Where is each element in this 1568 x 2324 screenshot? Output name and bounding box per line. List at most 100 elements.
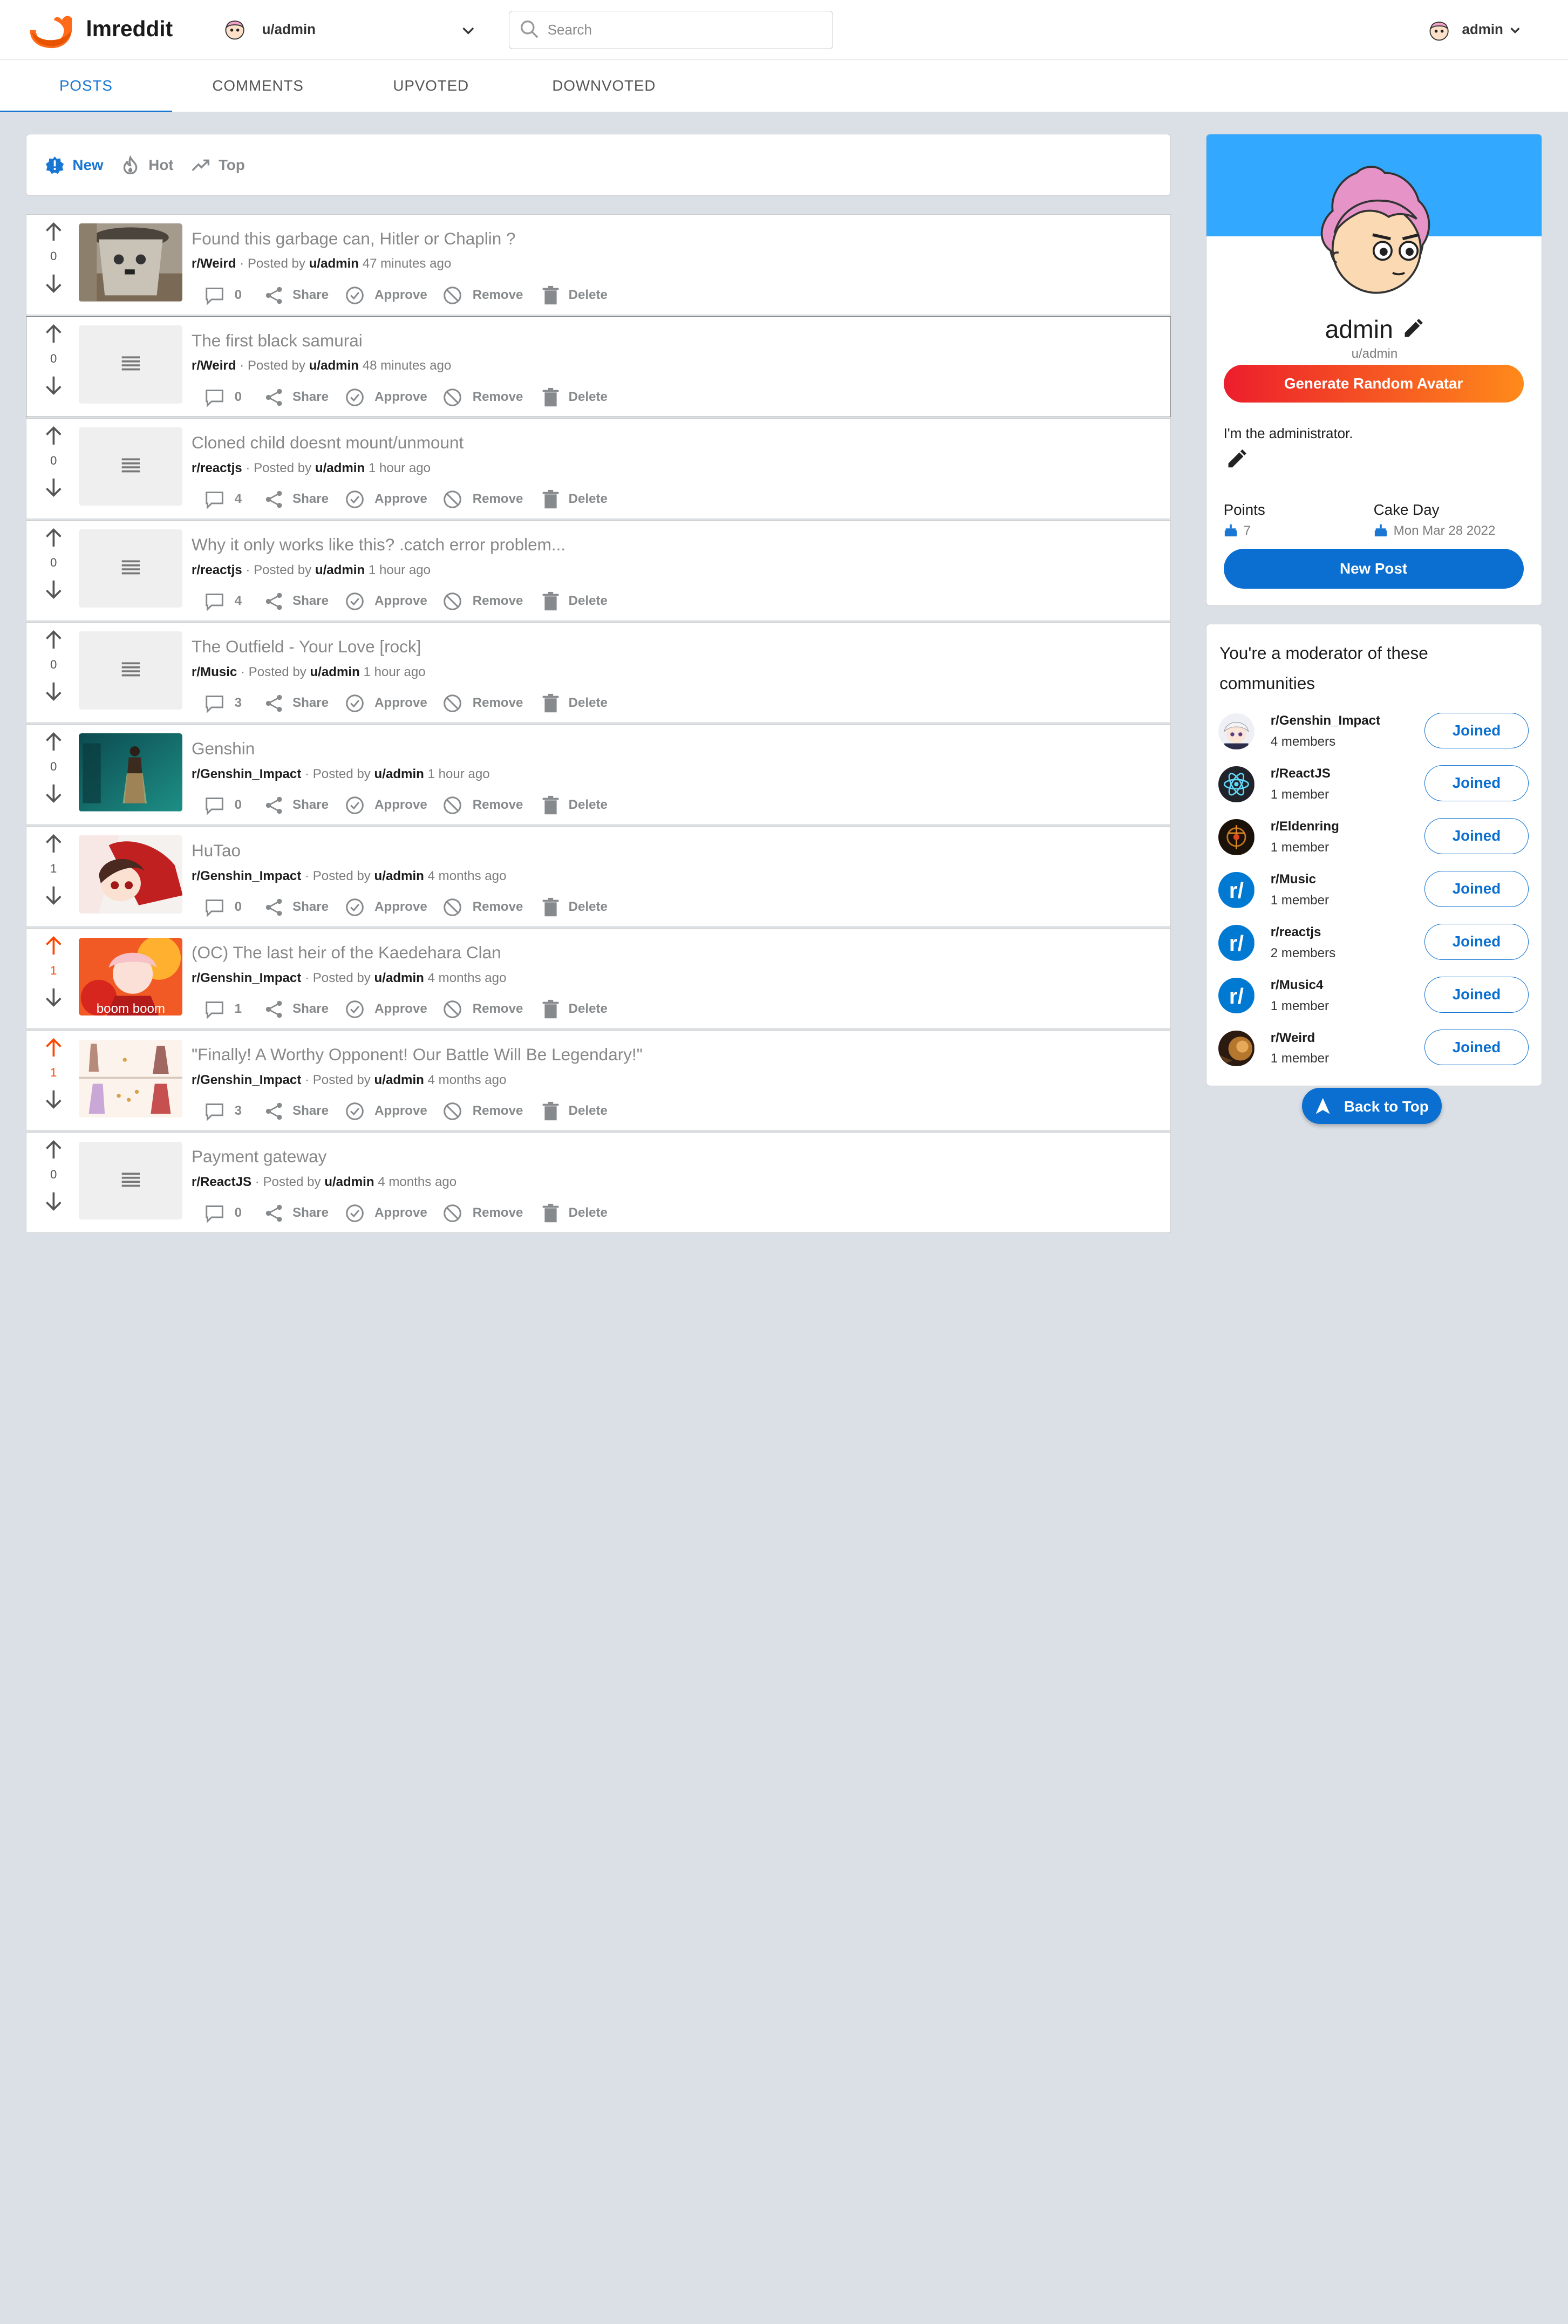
downvote-arrow-icon[interactable]: [43, 1088, 65, 1110]
post-subreddit[interactable]: r/Music: [192, 665, 237, 679]
pencil-icon[interactable]: [1402, 318, 1424, 340]
remove-button[interactable]: Remove: [442, 1203, 528, 1225]
downvote-arrow-icon[interactable]: [43, 884, 65, 907]
remove-button[interactable]: Remove: [442, 692, 528, 714]
post-subreddit[interactable]: r/Genshin_Impact: [192, 1073, 301, 1087]
chevron-down-icon[interactable]: [460, 22, 476, 38]
post-card[interactable]: 0 Why it only works like this? .catch er…: [26, 520, 1171, 621]
search-input[interactable]: [547, 19, 818, 42]
share-button[interactable]: Share: [264, 386, 335, 408]
post-author[interactable]: u/admin: [315, 461, 365, 475]
post-card[interactable]: 0 Payment gateway r/ReactJS · Posted by …: [26, 1132, 1171, 1233]
delete-button[interactable]: Delete: [541, 590, 621, 612]
comments-button[interactable]: 0: [204, 284, 244, 306]
post-card[interactable]: 0 Cloned child doesnt mount/unmount r/re…: [26, 418, 1171, 519]
user-menu-avatar-icon[interactable]: [1426, 16, 1452, 42]
post-card[interactable]: 1 "Finally! A Worthy Opponent! Our Battl…: [26, 1030, 1171, 1132]
post-card[interactable]: 1 HuTao r/Genshin_Impact · Posted by u/a…: [26, 826, 1171, 927]
comments-button[interactable]: 0: [204, 897, 244, 919]
post-card[interactable]: 0 Genshin r/Genshin_Impact · Posted by u…: [26, 724, 1171, 825]
community-name[interactable]: r/Music: [1271, 872, 1316, 887]
share-button[interactable]: Share: [264, 692, 335, 714]
share-button[interactable]: Share: [264, 795, 335, 817]
community-name[interactable]: r/Genshin_Impact: [1271, 713, 1380, 728]
post-author[interactable]: u/admin: [374, 971, 424, 985]
upvote-arrow-icon[interactable]: [43, 527, 65, 549]
back-to-top-button[interactable]: Back to Top: [1301, 1088, 1442, 1124]
post-author[interactable]: u/admin: [315, 563, 365, 577]
approve-button[interactable]: Approve: [345, 795, 433, 817]
comments-button[interactable]: 3: [204, 1101, 244, 1123]
delete-button[interactable]: Delete: [541, 999, 621, 1021]
pencil-icon[interactable]: [1225, 448, 1247, 471]
joined-button[interactable]: Joined: [1424, 871, 1529, 907]
post-author[interactable]: u/admin: [309, 358, 359, 373]
comments-button[interactable]: 0: [204, 386, 244, 408]
comments-button[interactable]: 4: [204, 590, 244, 612]
share-button[interactable]: Share: [264, 1203, 335, 1225]
approve-button[interactable]: Approve: [345, 692, 433, 714]
downvote-arrow-icon[interactable]: [43, 476, 65, 499]
post-author[interactable]: u/admin: [309, 256, 359, 271]
comments-button[interactable]: 0: [204, 1203, 244, 1225]
post-title[interactable]: (OC) The last heir of the Kaedehara Clan: [192, 943, 501, 963]
joined-button[interactable]: Joined: [1424, 1029, 1529, 1066]
downvote-arrow-icon[interactable]: [43, 1190, 65, 1212]
post-title[interactable]: "Finally! A Worthy Opponent! Our Battle …: [192, 1045, 643, 1065]
approve-button[interactable]: Approve: [345, 897, 433, 919]
post-title[interactable]: Why it only works like this? .catch erro…: [192, 535, 565, 555]
tab-upvoted[interactable]: UPVOTED: [345, 60, 517, 112]
post-title[interactable]: HuTao: [192, 841, 241, 861]
post-author[interactable]: u/admin: [324, 1175, 374, 1189]
user-menu-name[interactable]: admin: [1462, 22, 1503, 38]
post-subreddit[interactable]: r/Genshin_Impact: [192, 869, 301, 883]
share-button[interactable]: Share: [264, 999, 335, 1021]
tab-comments[interactable]: COMMENTS: [172, 60, 344, 112]
delete-button[interactable]: Delete: [541, 1101, 621, 1123]
post-thumbnail[interactable]: [78, 733, 183, 812]
post-subreddit[interactable]: r/ReactJS: [192, 1175, 251, 1189]
community-name[interactable]: r/Weird: [1271, 1031, 1315, 1046]
upvote-arrow-icon[interactable]: [43, 1139, 65, 1161]
downvote-arrow-icon[interactable]: [43, 782, 65, 805]
remove-button[interactable]: Remove: [442, 897, 528, 919]
joined-button[interactable]: Joined: [1424, 976, 1529, 1013]
community-name[interactable]: r/Eldenring: [1271, 819, 1339, 834]
joined-button[interactable]: Joined: [1424, 712, 1529, 749]
post-card[interactable]: 0 The Outfield - Your Love [rock] r/Musi…: [26, 622, 1171, 723]
upvote-arrow-icon[interactable]: [43, 1037, 65, 1059]
chevron-down-icon[interactable]: [1508, 23, 1522, 37]
community-name[interactable]: r/Music4: [1271, 978, 1324, 993]
subreddit-selector-label[interactable]: u/admin: [262, 22, 316, 38]
remove-button[interactable]: Remove: [442, 590, 528, 612]
text-post-icon[interactable]: [78, 1141, 183, 1220]
search-box[interactable]: [509, 11, 833, 49]
community-elden-icon[interactable]: [1218, 819, 1255, 855]
generate-avatar-button[interactable]: Generate Random Avatar: [1223, 364, 1524, 403]
post-thumbnail[interactable]: [78, 835, 183, 914]
share-button[interactable]: Share: [264, 488, 335, 510]
post-title[interactable]: The first black samurai: [192, 331, 363, 351]
post-title[interactable]: The Outfield - Your Love [rock]: [192, 637, 421, 657]
remove-button[interactable]: Remove: [442, 1101, 528, 1123]
community-reddit-icon[interactable]: r/: [1218, 924, 1255, 961]
post-author[interactable]: u/admin: [310, 665, 359, 679]
sort-new-button[interactable]: New: [45, 154, 115, 176]
post-subreddit[interactable]: r/reactjs: [192, 461, 242, 475]
text-post-icon[interactable]: [78, 631, 183, 710]
downvote-arrow-icon[interactable]: [43, 272, 65, 295]
delete-button[interactable]: Delete: [541, 284, 621, 306]
comments-button[interactable]: 0: [204, 795, 244, 817]
delete-button[interactable]: Delete: [541, 692, 621, 714]
approve-button[interactable]: Approve: [345, 386, 433, 408]
comments-button[interactable]: 4: [204, 488, 244, 510]
delete-button[interactable]: Delete: [541, 1203, 621, 1225]
post-author[interactable]: u/admin: [374, 767, 424, 781]
approve-button[interactable]: Approve: [345, 999, 433, 1021]
post-card[interactable]: 0 Found this garbage can, Hitler or Chap…: [26, 214, 1171, 315]
upvote-arrow-icon[interactable]: [43, 629, 65, 651]
share-button[interactable]: Share: [264, 590, 335, 612]
post-thumbnail[interactable]: boom boom: [78, 937, 183, 1016]
remove-button[interactable]: Remove: [442, 999, 528, 1021]
community-weird-icon[interactable]: [1218, 1030, 1255, 1067]
